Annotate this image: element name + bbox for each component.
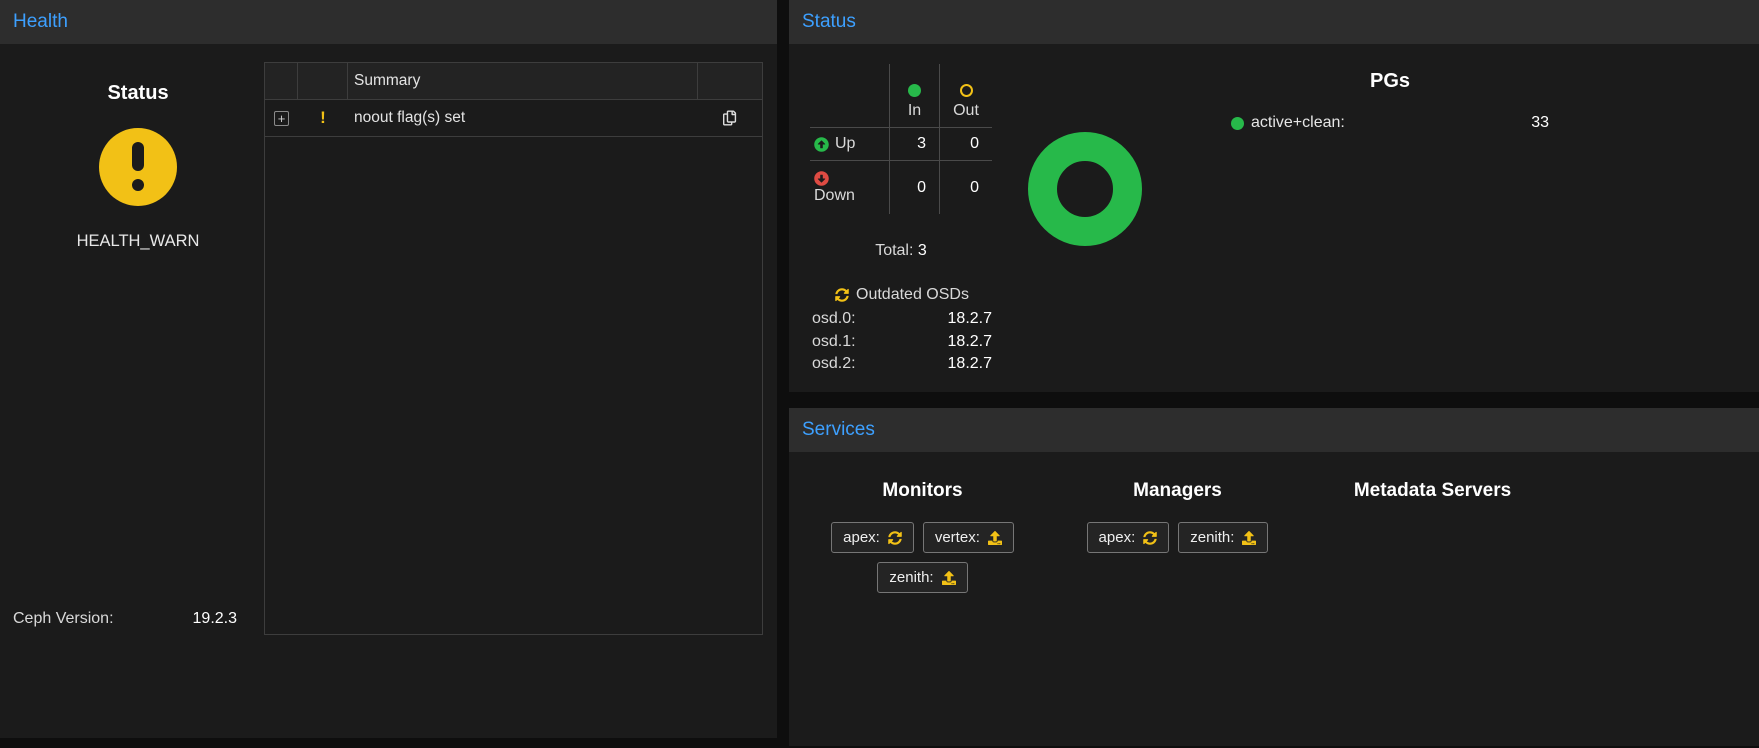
osd-up-in-count: 3 <box>890 127 940 160</box>
outdated-osd-row: osd.0: 18.2.7 <box>812 308 992 331</box>
ceph-version-value: 19.2.3 <box>193 610 237 628</box>
outdated-osds-title-row: Outdated OSDs <box>812 286 992 304</box>
warning-icon: ! <box>320 108 326 128</box>
metadata-servers-heading: Metadata Servers <box>1305 480 1560 502</box>
osd-name: osd.1: <box>812 331 856 354</box>
service-name: vertex: <box>935 529 980 546</box>
refresh-icon <box>835 288 849 302</box>
pgs-donut-chart <box>1028 132 1142 246</box>
service-badge-monitor-apex: apex: <box>831 522 914 553</box>
osd-down-in-count: 0 <box>890 160 940 214</box>
out-label: Out <box>953 102 979 120</box>
in-label: In <box>908 102 921 120</box>
arrow-down-circle-icon <box>814 171 829 186</box>
osd-total-value: 3 <box>918 242 927 259</box>
managers-heading: Managers <box>1050 480 1305 502</box>
health-status-value: HEALTH_WARN <box>0 232 276 251</box>
out-ring-icon <box>960 84 973 97</box>
upload-icon <box>1242 531 1256 545</box>
outdated-osds-title: Outdated OSDs <box>856 286 969 304</box>
severity-column-header <box>298 63 348 99</box>
health-panel: Health Status HEALTH_WARN Ceph Version: … <box>0 0 777 738</box>
pgs-legend-value: 33 <box>1531 114 1549 132</box>
osd-version: 18.2.7 <box>948 308 992 331</box>
up-label: Up <box>835 135 855 153</box>
managers-column: Managers apex: zenith: <box>1050 468 1305 593</box>
refresh-icon <box>1143 531 1157 545</box>
monitors-heading: Monitors <box>795 480 1050 502</box>
osd-name: osd.0: <box>812 308 856 331</box>
warning-table-row[interactable]: + ! noout flag(s) set <box>265 100 762 137</box>
outdated-osd-row: osd.2: 18.2.7 <box>812 353 992 376</box>
summary-column-header: Summary <box>348 63 698 99</box>
pgs-heading: PGs <box>1249 70 1531 93</box>
pgs-legend-row: active+clean: 33 <box>1231 114 1549 132</box>
services-panel-title: Services <box>802 419 875 440</box>
ceph-version-row: Ceph Version: 19.2.3 <box>13 610 237 628</box>
osd-in-column-header: In <box>890 64 940 127</box>
service-badge-monitor-vertex: vertex: <box>923 522 1014 553</box>
osd-name: osd.2: <box>812 353 856 376</box>
pgs-legend-label: active+clean: <box>1251 114 1345 132</box>
outdated-osd-row: osd.1: 18.2.7 <box>812 331 992 354</box>
service-name: zenith: <box>1190 529 1234 546</box>
arrow-up-circle-icon <box>814 137 829 152</box>
service-name: apex: <box>843 529 880 546</box>
ceph-version-label: Ceph Version: <box>13 610 114 628</box>
service-badge-monitor-zenith: zenith: <box>877 562 967 593</box>
osd-down-row-header: Down <box>810 160 890 214</box>
health-panel-header: Health <box>0 0 777 44</box>
warnings-table-header-row: Summary <box>265 63 762 100</box>
osd-version: 18.2.7 <box>948 353 992 376</box>
ceph-dashboard: { "colors": { "accent_blue": "#3da0ff", … <box>0 0 1759 748</box>
health-warnings-table: Summary + ! noout flag(s) set <box>264 62 763 635</box>
osd-down-out-count: 0 <box>940 160 992 214</box>
down-label: Down <box>814 187 855 205</box>
osd-version: 18.2.7 <box>948 331 992 354</box>
metadata-servers-column: Metadata Servers <box>1305 468 1560 593</box>
service-badge-manager-zenith: zenith: <box>1178 522 1268 553</box>
status-panel-header: Status <box>789 0 1759 44</box>
upload-icon <box>942 571 956 585</box>
copy-icon[interactable] <box>723 110 738 126</box>
osd-out-column-header: Out <box>940 64 992 127</box>
osd-total: Total: 3 <box>810 242 992 260</box>
osd-grid-blank-cell <box>810 64 890 127</box>
service-name: zenith: <box>889 569 933 586</box>
services-panel: Services Monitors apex: vertex: zenith: <box>789 408 1759 746</box>
osd-up-row-header: Up <box>810 127 890 160</box>
osd-updown-table: In Out Up 3 0 Down 0 0 <box>810 64 992 214</box>
osd-up-out-count: 0 <box>940 127 992 160</box>
monitors-column: Monitors apex: vertex: zenith: <box>795 468 1050 593</box>
health-panel-title: Health <box>13 11 68 32</box>
status-panel: Status In Out Up 3 0 Down 0 0 <box>789 0 1759 392</box>
status-panel-title: Status <box>802 11 856 32</box>
service-badge-manager-apex: apex: <box>1087 522 1170 553</box>
services-panel-header: Services <box>789 408 1759 452</box>
active-clean-dot-icon <box>1231 117 1244 130</box>
expand-row-icon[interactable]: + <box>274 111 289 126</box>
refresh-icon <box>888 531 902 545</box>
upload-icon <box>988 531 1002 545</box>
warning-summary-text: noout flag(s) set <box>348 100 698 136</box>
health-status-heading: Status <box>0 82 276 105</box>
service-name: apex: <box>1099 529 1136 546</box>
in-dot-icon <box>908 84 921 97</box>
outdated-osds-list: Outdated OSDs osd.0: 18.2.7 osd.1: 18.2.… <box>812 286 992 376</box>
osd-total-label: Total: <box>875 242 913 259</box>
actions-column-header <box>698 63 762 99</box>
expand-column-header <box>265 63 298 99</box>
health-warning-icon <box>99 128 177 206</box>
